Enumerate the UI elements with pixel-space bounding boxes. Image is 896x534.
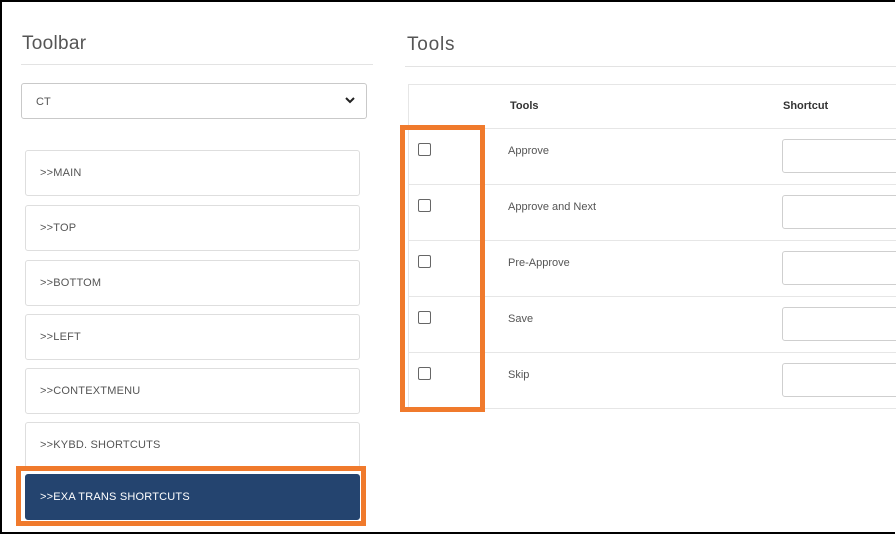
toolbar-item-top[interactable]: >>TOP [25, 205, 360, 251]
toolbar-item-kybd-shortcuts[interactable]: >>KYBD. SHORTCUTS [25, 422, 360, 468]
shortcut-input-approve[interactable] [782, 139, 896, 173]
toolbar-title: Toolbar [22, 33, 87, 54]
toolbar-item-label: >>KYBD. SHORTCUTS [40, 439, 161, 451]
tool-name: Approve and Next [508, 201, 597, 213]
table-border-top [408, 84, 896, 85]
toolbar-item-label: >>MAIN [40, 167, 82, 179]
column-header-shortcut: Shortcut [783, 100, 829, 112]
chevron-down-icon [345, 97, 355, 104]
tool-name: Pre-Approve [508, 257, 570, 269]
toolbar-select-value: CT [36, 96, 51, 108]
shortcut-input-approve-and-next[interactable] [782, 195, 896, 229]
toolbar-item-label: >>CONTEXTMENU [40, 385, 141, 397]
toolbar-select[interactable]: CT [21, 83, 367, 119]
active-item-highlight [16, 466, 366, 526]
column-header-tools: Tools [510, 100, 539, 112]
toolbar-item-bottom[interactable]: >>BOTTOM [25, 260, 360, 306]
tool-name: Approve [508, 145, 549, 157]
shortcut-input-pre-approve[interactable] [782, 251, 896, 285]
shortcut-input-skip[interactable] [782, 363, 896, 397]
toolbar-item-left[interactable]: >>LEFT [25, 314, 360, 360]
tools-title: Tools [407, 34, 456, 55]
toolbar-item-main[interactable]: >>MAIN [25, 150, 360, 196]
checkbox-column-highlight [400, 125, 485, 412]
toolbar-item-label: >>LEFT [40, 331, 81, 343]
toolbar-divider [21, 64, 373, 65]
shortcut-input-save[interactable] [782, 307, 896, 341]
tool-name: Save [508, 313, 534, 325]
toolbar-item-contextmenu[interactable]: >>CONTEXTMENU [25, 368, 360, 414]
toolbar-item-label: >>TOP [40, 222, 77, 234]
tool-name: Skip [508, 369, 530, 381]
tools-divider [405, 66, 896, 67]
toolbar-item-label: >>BOTTOM [40, 277, 102, 289]
